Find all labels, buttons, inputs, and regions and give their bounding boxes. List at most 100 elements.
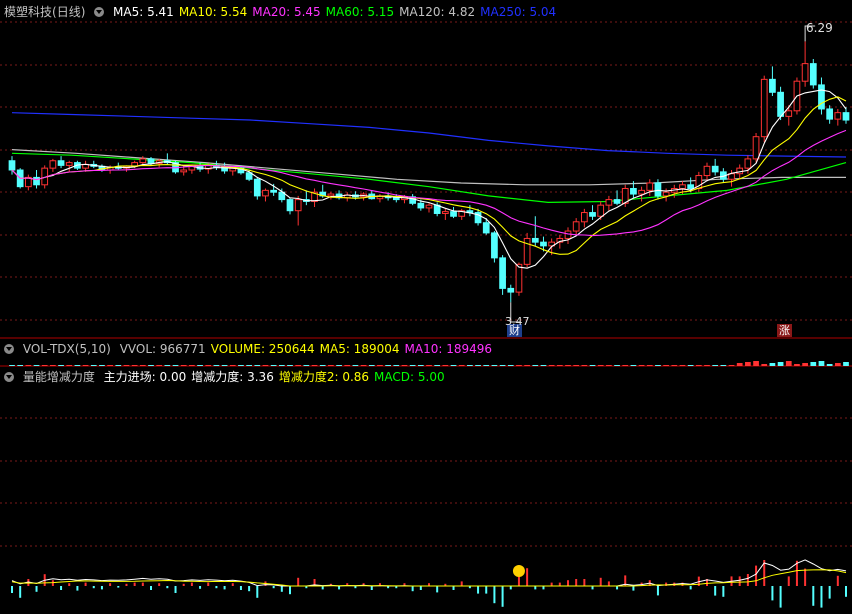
candle-body-98 xyxy=(809,63,817,86)
candle-body-73 xyxy=(605,199,613,206)
volume-bar-78 xyxy=(646,365,653,366)
indicator-line-white xyxy=(11,559,847,587)
volume-bar-92 xyxy=(761,364,768,366)
indicator-bar-42 xyxy=(354,586,357,589)
volume-bar-42 xyxy=(352,365,359,366)
indicator-bar-29 xyxy=(248,586,251,592)
indicator-bar-7 xyxy=(68,583,71,586)
indicator-bar-69 xyxy=(575,579,578,586)
ma-indicator-1: MA10: 5.54 xyxy=(178,5,248,19)
candle-body-86 xyxy=(711,165,719,173)
indicator-bar-44 xyxy=(370,586,373,590)
candle-body-16 xyxy=(139,158,147,164)
dropdown-icon[interactable] xyxy=(94,7,105,17)
candle-body-83 xyxy=(687,184,695,190)
indicator-bar-64 xyxy=(534,586,537,590)
candle-body-64 xyxy=(531,237,539,243)
candle-body-5 xyxy=(49,160,57,169)
ma-indicator-0: MA5: 5.41 xyxy=(113,5,174,19)
indicator-bar-65 xyxy=(542,586,545,590)
volume-bar-12 xyxy=(107,365,113,366)
ma-indicator-3: MA60: 5.15 xyxy=(325,5,395,19)
volume-bar-54 xyxy=(450,365,457,366)
volume-indicator-1: VOLUME: 250644 xyxy=(210,342,315,356)
candle-body-100 xyxy=(826,108,834,120)
volume-bar-32 xyxy=(270,365,277,366)
indicator-bar-89 xyxy=(738,576,741,586)
indicator-bar-95 xyxy=(787,576,790,586)
volume-bar-10 xyxy=(90,365,97,366)
indicator-bar-9 xyxy=(84,582,87,586)
long-moving-averages xyxy=(11,112,847,204)
volume-bar-85 xyxy=(704,365,710,366)
volume-bar-5 xyxy=(50,365,56,366)
volume-indicator-2: MA5: 189004 xyxy=(319,342,400,356)
indicator-bar-86 xyxy=(714,586,717,596)
volume-bar-56 xyxy=(467,365,473,366)
volume-bar-58 xyxy=(483,365,490,366)
indicator-bar-63 xyxy=(526,568,529,586)
volume-bar-51 xyxy=(426,365,432,366)
volume-bar-53 xyxy=(442,365,449,366)
grid-lines xyxy=(0,21,852,547)
indicator-bar-6 xyxy=(60,586,63,590)
high-price-label: 6.29 xyxy=(806,21,833,35)
volume-bar-67 xyxy=(556,365,563,366)
indicator-bar-21 xyxy=(182,583,185,586)
volume-bar-6 xyxy=(58,365,64,366)
indicator-bar-27 xyxy=(231,583,234,586)
indicator-bar-87 xyxy=(722,586,725,597)
volume-bar-37 xyxy=(311,365,318,366)
indicator-title: 量能增减力度 xyxy=(22,370,95,384)
indicator-bar-76 xyxy=(632,586,635,591)
candle-body-34 xyxy=(286,199,294,212)
volume-bar-100 xyxy=(826,364,833,366)
indicator-bar-66 xyxy=(550,582,553,586)
candle-body-69 xyxy=(572,221,580,232)
candle-body-59 xyxy=(491,232,498,259)
indicator-bar-12 xyxy=(109,583,112,586)
volume-bar-22 xyxy=(189,365,195,366)
indicator-bar-57 xyxy=(477,586,480,594)
indicator-bar-30 xyxy=(256,586,259,598)
volume-bar-91 xyxy=(753,361,759,366)
volume-bar-95 xyxy=(785,361,792,366)
volume-bar-97 xyxy=(802,363,808,366)
badge-zhang[interactable]: 涨 xyxy=(777,324,792,337)
candle-body-30 xyxy=(253,178,261,197)
volume-bar-81 xyxy=(671,365,678,366)
candle-body-61 xyxy=(507,287,515,293)
volume-bar-27 xyxy=(229,365,236,366)
indicator-bar-71 xyxy=(591,586,594,590)
candle-body-68 xyxy=(564,230,572,239)
volume-bar-21 xyxy=(180,365,187,366)
volume-bar-49 xyxy=(409,365,416,366)
indicator-header: 量能增减力度 主力进场: 0.00 增减力度: 3.36 增减力度2: 0.86 MA… xyxy=(4,369,455,385)
candle-body-97 xyxy=(801,63,809,82)
volume-bar-16 xyxy=(139,365,146,366)
volume-bar-40 xyxy=(336,365,342,366)
indicator-bar-52 xyxy=(436,586,439,593)
indicator-bar-19 xyxy=(166,586,169,589)
indicator-bar-22 xyxy=(190,582,193,586)
volume-bar-69 xyxy=(573,365,580,366)
smiley-marker xyxy=(512,565,525,577)
volume-bar-23 xyxy=(197,365,203,366)
ma-indicator-4: MA120: 4.82 xyxy=(399,5,476,19)
dropdown-icon[interactable] xyxy=(4,344,14,354)
candle-body-50 xyxy=(417,202,425,209)
volume-bar-25 xyxy=(213,365,220,366)
volume-bar-0 xyxy=(9,365,15,366)
candle-body-0 xyxy=(8,160,16,171)
dropdown-icon[interactable] xyxy=(4,372,14,382)
volume-bar-64 xyxy=(532,365,539,366)
volume-bar-7 xyxy=(66,365,73,366)
indicator-bar-74 xyxy=(616,586,619,590)
indicator-bar-91 xyxy=(755,565,758,586)
indicator-bar-94 xyxy=(779,586,782,608)
indicator-bar-1 xyxy=(19,586,22,598)
candle-body-47 xyxy=(392,197,400,201)
volume-bar-4 xyxy=(41,365,48,366)
indicator-bar-68 xyxy=(567,580,569,586)
volume-bar-52 xyxy=(434,365,441,366)
